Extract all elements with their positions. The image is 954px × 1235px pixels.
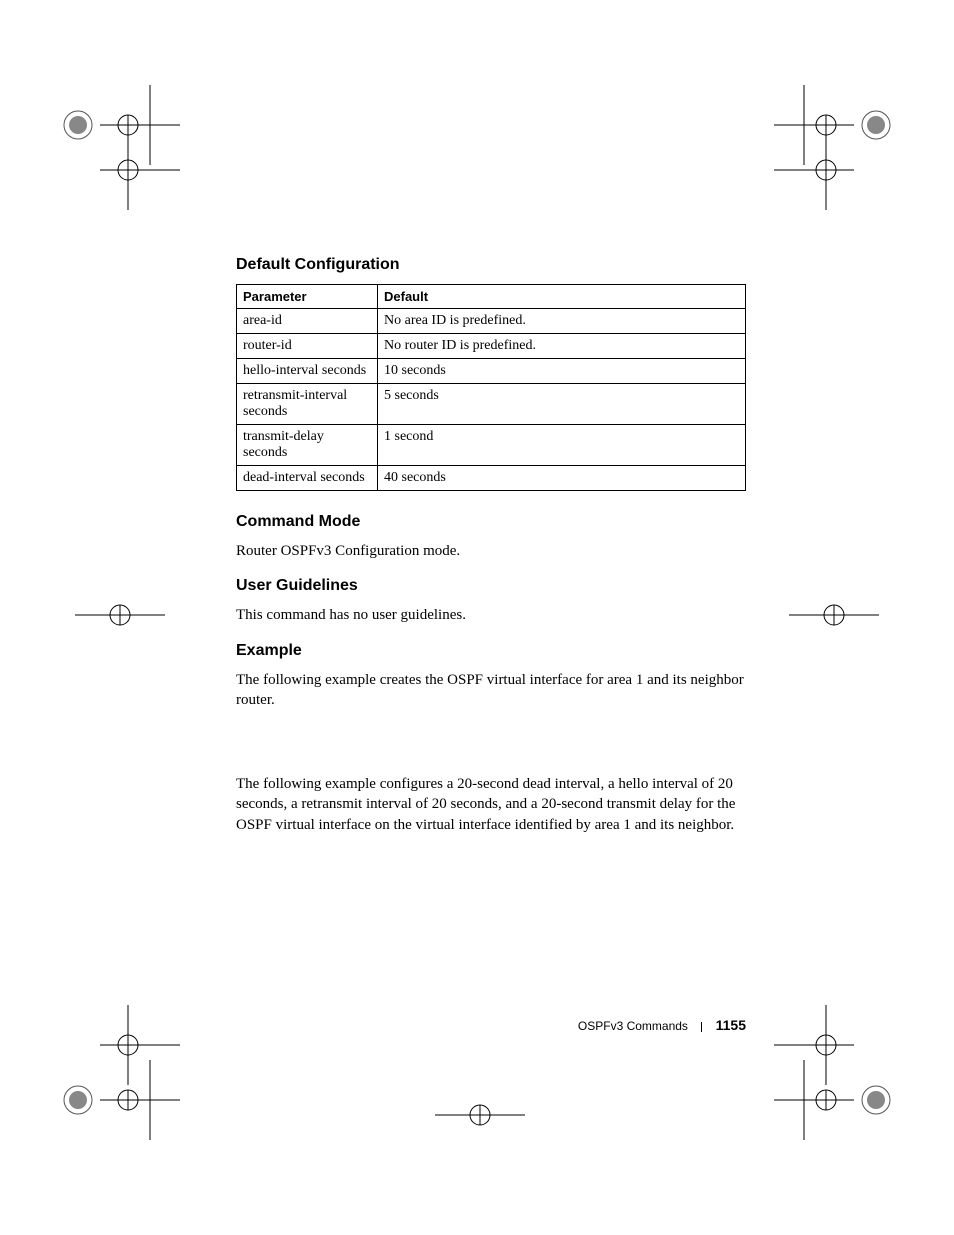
heading-user-guidelines: User Guidelines bbox=[236, 577, 746, 595]
heading-command-mode: Command Mode bbox=[236, 513, 746, 531]
footer-separator bbox=[701, 1022, 702, 1032]
page-footer: OSPFv3 Commands 1155 bbox=[236, 1017, 746, 1033]
section-command-mode: Command Mode Router OSPFv3 Configuration… bbox=[236, 513, 746, 561]
registration-mark-icon bbox=[789, 590, 879, 640]
registration-mark-icon bbox=[60, 130, 180, 210]
heading-default-configuration: Default Configuration bbox=[236, 256, 746, 274]
table-row: dead-interval seconds 40 seconds bbox=[237, 466, 746, 491]
table-cell-param: dead-interval seconds bbox=[237, 466, 378, 491]
example-second-text: The following example configures a 20-se… bbox=[236, 774, 746, 835]
table-row: retransmit-interval seconds 5 seconds bbox=[237, 384, 746, 425]
table-cell-param: hello-interval seconds bbox=[237, 359, 378, 384]
table-row: area-id No area ID is predefined. bbox=[237, 309, 746, 334]
table-cell-default: 1 second bbox=[378, 425, 746, 466]
command-mode-text: Router OSPFv3 Configuration mode. bbox=[236, 541, 746, 561]
table-cell-param: retransmit-interval seconds bbox=[237, 384, 378, 425]
example-intro-text: The following example creates the OSPF v… bbox=[236, 670, 746, 711]
registration-mark-icon bbox=[774, 130, 894, 210]
footer-section-label: OSPFv3 Commands bbox=[578, 1019, 688, 1033]
example-code-placeholder bbox=[236, 726, 746, 774]
table-row: hello-interval seconds 10 seconds bbox=[237, 359, 746, 384]
table-cell-default: 10 seconds bbox=[378, 359, 746, 384]
page-content: Default Configuration Parameter Default … bbox=[236, 256, 746, 851]
section-default-configuration: Default Configuration Parameter Default … bbox=[236, 256, 746, 491]
table-cell-param: transmit-delay seconds bbox=[237, 425, 378, 466]
registration-mark-icon bbox=[435, 1090, 525, 1140]
registration-mark-icon bbox=[774, 1005, 894, 1085]
section-user-guidelines: User Guidelines This command has no user… bbox=[236, 577, 746, 625]
table-cell-default: No area ID is predefined. bbox=[378, 309, 746, 334]
table-row: transmit-delay seconds 1 second bbox=[237, 425, 746, 466]
table-cell-default: 5 seconds bbox=[378, 384, 746, 425]
table-cell-param: area-id bbox=[237, 309, 378, 334]
heading-example: Example bbox=[236, 642, 746, 660]
table-cell-default: 40 seconds bbox=[378, 466, 746, 491]
table-header-default: Default bbox=[378, 285, 746, 309]
table-row: router-id No router ID is predefined. bbox=[237, 334, 746, 359]
footer-page-number: 1155 bbox=[716, 1017, 746, 1033]
default-configuration-table: Parameter Default area-id No area ID is … bbox=[236, 284, 746, 491]
table-header-parameter: Parameter bbox=[237, 285, 378, 309]
section-example: Example The following example creates th… bbox=[236, 642, 746, 835]
user-guidelines-text: This command has no user guidelines. bbox=[236, 605, 746, 625]
table-header-row: Parameter Default bbox=[237, 285, 746, 309]
table-cell-default: No router ID is predefined. bbox=[378, 334, 746, 359]
table-cell-param: router-id bbox=[237, 334, 378, 359]
registration-mark-icon bbox=[75, 590, 165, 640]
registration-mark-icon bbox=[60, 1005, 180, 1085]
